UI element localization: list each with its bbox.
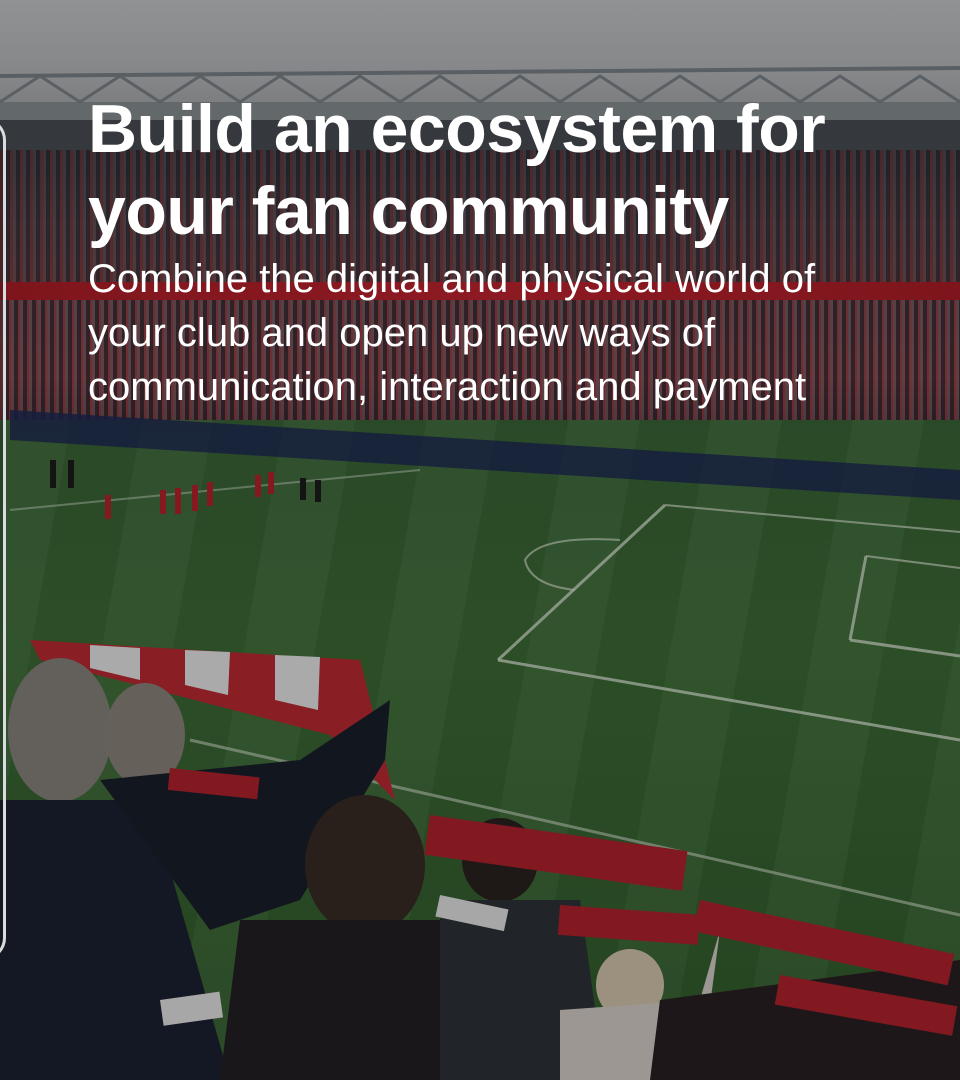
hero-copy: Build an ecosystem for your fan communit… <box>88 88 928 414</box>
phone-frame-edge <box>0 118 6 960</box>
hero-section: Build an ecosystem for your fan communit… <box>0 0 960 1080</box>
hero-subheadline: Combine the digital and physical world o… <box>88 257 816 409</box>
hero-headline: Build an ecosystem for your fan communit… <box>88 91 826 249</box>
